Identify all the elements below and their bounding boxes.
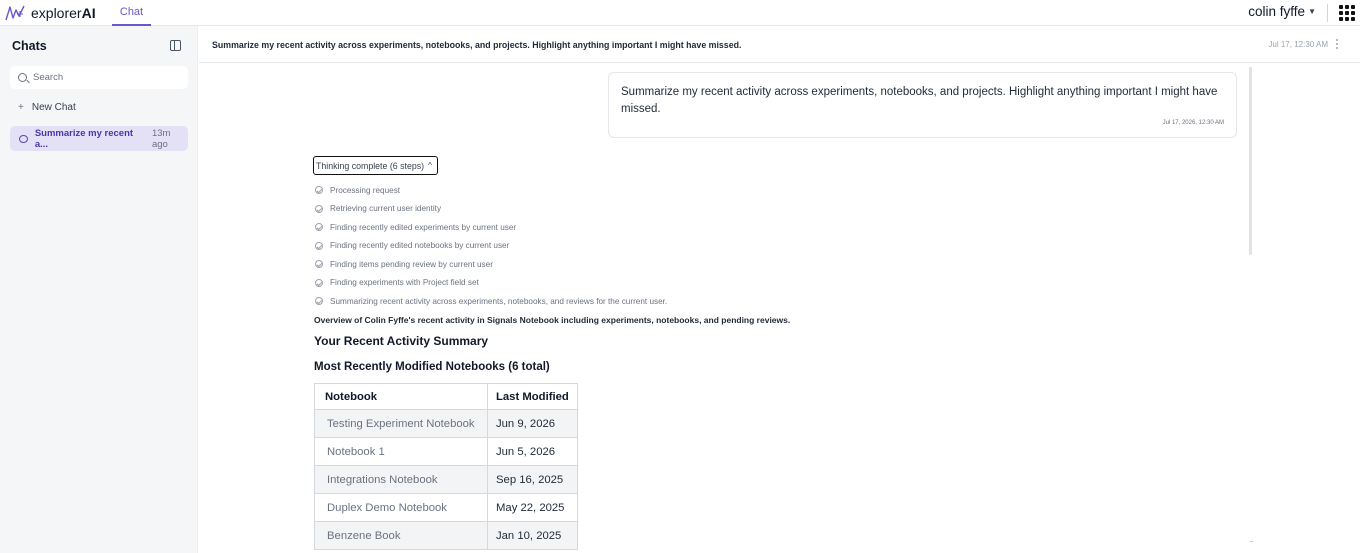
sidebar-chat-item[interactable]: Summarize my recent a... 13m ago [10, 126, 188, 151]
collapse-sidebar-icon[interactable] [170, 40, 181, 51]
check-circle-icon [315, 278, 323, 287]
conversation-title: Summarize my recent activity across expe… [212, 40, 742, 50]
thinking-label: Thinking complete (6 steps) [316, 160, 425, 171]
brand-name: explorerAI [31, 5, 96, 21]
explorer-logo-icon [5, 5, 25, 21]
chat-item-title: Summarize my recent a... [34, 127, 134, 150]
check-circle-icon [315, 223, 323, 232]
last-modified-cell: Jan 10, 2025 [487, 521, 578, 550]
response-overview: Overview of Colin Fyffe's recent activit… [314, 315, 791, 325]
user-name: colin fyffe [1248, 4, 1306, 19]
check-circle-icon [315, 297, 323, 306]
chevron-up-icon: ^ [428, 161, 432, 170]
search-input[interactable]: Search [10, 66, 188, 89]
new-chat-button[interactable]: + New Chat [18, 102, 76, 113]
divider [1327, 4, 1328, 22]
check-circle-icon [315, 204, 323, 213]
user-menu[interactable]: colin fyffe ▼ [1248, 4, 1316, 19]
chat-bubble-icon [19, 134, 28, 143]
thinking-step: Finding items pending review by current … [315, 255, 667, 274]
user-message-timestamp: Jul 17, 2026, 12:30 AM [1162, 120, 1224, 126]
last-modified-cell: Sep 16, 2025 [487, 465, 578, 494]
column-header-last-modified: Last Modified [487, 383, 578, 410]
user-message-bubble: Summarize my recent activity across expe… [608, 72, 1237, 138]
check-circle-icon [315, 260, 323, 269]
thinking-toggle-button[interactable]: Thinking complete (6 steps) ^ [313, 156, 438, 175]
last-modified-cell: Jun 5, 2026 [487, 437, 578, 466]
notebook-name-cell: Integrations Notebook [314, 465, 488, 494]
conversation-header: Summarize my recent activity across expe… [199, 26, 1360, 63]
notebook-name-cell: Benzene Book [314, 521, 488, 550]
more-options-icon[interactable] [1336, 39, 1339, 50]
notebook-name-cell: Notebook 1 [314, 437, 488, 466]
table-row: Benzene Book Jan 10, 2025 [314, 521, 578, 550]
chevron-down-icon: ▼ [1308, 7, 1316, 16]
table-header-row: Notebook Last Modified [314, 383, 578, 410]
search-icon [18, 73, 27, 82]
table-row: Integrations Notebook Sep 16, 2025 [314, 465, 578, 494]
notebook-name-cell: Duplex Demo Notebook [314, 493, 488, 522]
plus-icon: + [18, 102, 24, 113]
thinking-step: Summarizing recent activity across exper… [315, 292, 667, 311]
user-message-text: Summarize my recent activity across expe… [621, 86, 1218, 115]
thinking-step: Retrieving current user identity [315, 200, 667, 219]
brand-logo[interactable]: explorerAI [5, 3, 96, 23]
search-placeholder: Search [33, 72, 64, 83]
thinking-step: Processing request [315, 181, 667, 200]
table-row: Testing Experiment Notebook Jun 9, 2026 [314, 409, 578, 438]
notebooks-heading: Most Recently Modified Notebooks (6 tota… [314, 361, 550, 373]
table-row: Notebook 1 Jun 5, 2026 [314, 437, 578, 466]
column-header-notebook: Notebook [314, 383, 488, 410]
new-chat-label: New Chat [31, 102, 76, 113]
notebooks-table: Notebook Last Modified Testing Experimen… [314, 383, 578, 550]
sidebar-heading: Chats [12, 39, 47, 53]
thinking-step: Finding recently edited experiments by c… [315, 218, 667, 237]
scrollbar[interactable] [1249, 67, 1252, 255]
app-launcher-icon[interactable] [1339, 5, 1355, 21]
table-row: Duplex Demo Notebook May 22, 2025 [314, 493, 578, 522]
chat-item-time: 13m ago [151, 127, 171, 150]
thinking-steps: Processing request Retrieving current us… [315, 181, 667, 311]
summary-heading: Your Recent Activity Summary [314, 334, 489, 348]
notebook-name-cell: Testing Experiment Notebook [314, 409, 488, 438]
scrollbar-end [1250, 541, 1253, 542]
chat-sidebar: Chats Search + New Chat Summarize my rec… [0, 26, 198, 553]
last-modified-cell: Jun 9, 2026 [487, 409, 578, 438]
conversation-timestamp: Jul 17, 12:30 AM [1268, 40, 1328, 49]
tab-chat[interactable]: Chat [112, 0, 151, 26]
top-bar: explorerAI Chat colin fyffe ▼ [0, 0, 1360, 26]
check-circle-icon [315, 186, 323, 195]
thinking-step: Finding recently edited notebooks by cur… [315, 237, 667, 256]
last-modified-cell: May 22, 2025 [487, 493, 578, 522]
check-circle-icon [315, 241, 323, 250]
thinking-step: Finding experiments with Project field s… [315, 274, 667, 293]
